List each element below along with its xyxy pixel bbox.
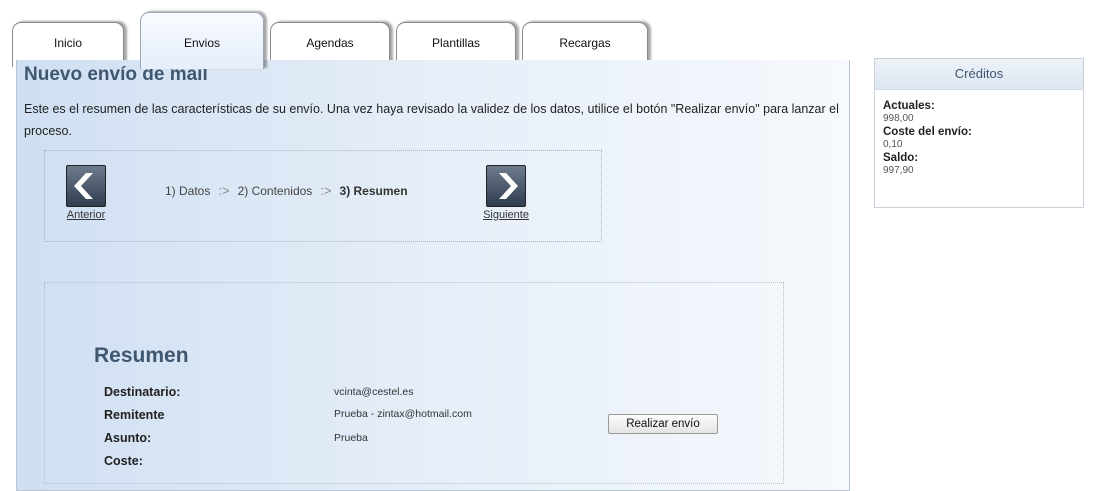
- summary-title: Resumen: [94, 344, 189, 367]
- credits-title: Créditos: [875, 59, 1083, 90]
- credits-coste-label: Coste del envío:: [883, 126, 972, 138]
- credits-panel: Créditos Actuales: 998,00 Coste del enví…: [874, 58, 1084, 208]
- credits-coste-value: 0,10: [883, 139, 903, 150]
- label-remitente: Remitente: [104, 408, 165, 422]
- step-resumen: 3) Resumen: [339, 184, 408, 198]
- credits-saldo-label: Saldo:: [883, 152, 919, 164]
- credits-saldo-value: 997,90: [883, 165, 914, 176]
- next-button[interactable]: Siguiente: [481, 165, 531, 221]
- chevron-left-icon: [66, 165, 106, 207]
- wizard-steps: 1) Datos :> 2) Contenidos :> 3) Resumen: [165, 183, 408, 198]
- next-link[interactable]: Siguiente: [481, 209, 531, 221]
- chevron-right-icon: [486, 165, 526, 207]
- prev-button[interactable]: Anterior: [61, 165, 111, 221]
- label-asunto: Asunto:: [104, 431, 152, 445]
- step-separator-icon: :>: [320, 183, 332, 198]
- realizar-envio-button[interactable]: Realizar envío: [608, 414, 718, 434]
- summary-box: [44, 282, 784, 484]
- intro-text: Este es el resumen de las característica…: [24, 102, 839, 138]
- label-coste: Coste:: [104, 454, 143, 468]
- credits-actuales-label: Actuales:: [883, 100, 935, 112]
- value-destinatario: vcinta@cestel.es: [334, 386, 414, 398]
- credits-actuales-value: 998,00: [883, 113, 914, 124]
- wizard-nav: Anterior 1) Datos :> 2) Contenidos :> 3) Res…: [44, 150, 602, 242]
- step-datos: 1) Datos: [165, 184, 211, 198]
- step-separator-icon: :>: [218, 183, 230, 198]
- label-destinatario: Destinatario:: [104, 385, 181, 399]
- prev-link[interactable]: Anterior: [61, 209, 111, 221]
- value-asunto: Prueba: [334, 432, 368, 444]
- step-contenidos: 2) Contenidos: [237, 184, 313, 198]
- tab-envios[interactable]: Envios: [140, 12, 264, 69]
- value-remitente: Prueba - zintax@hotmail.com: [334, 408, 472, 420]
- main-tab-bar: Inicio Envios Agendas Plantillas Recarga…: [12, 12, 652, 69]
